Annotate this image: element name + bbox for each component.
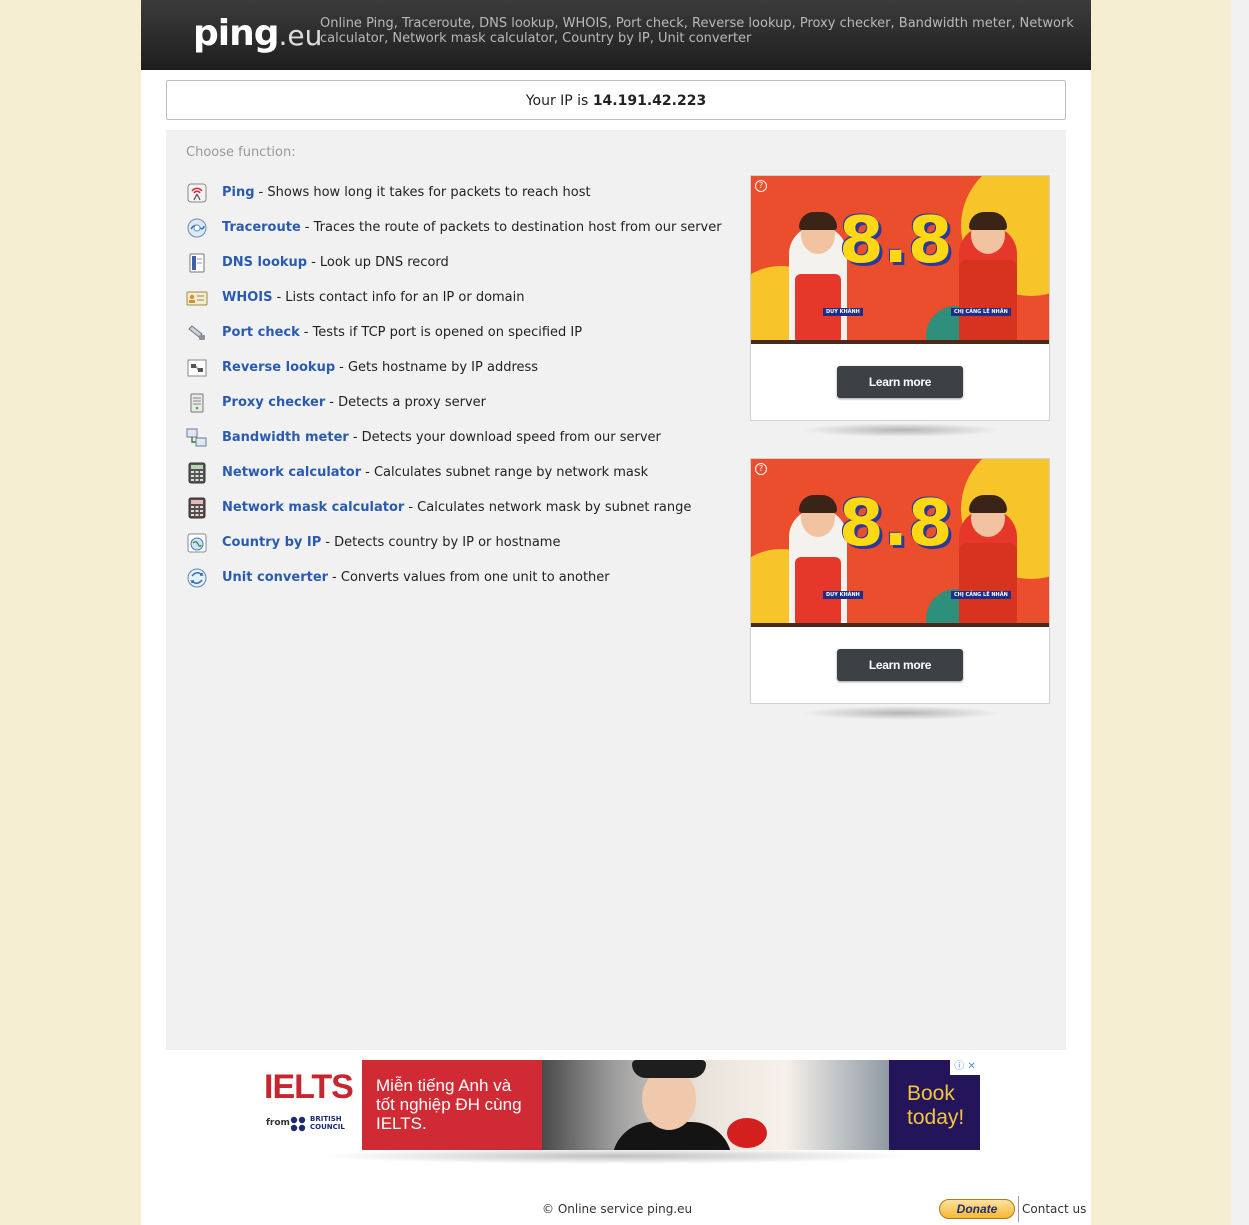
function-link-port-check[interactable]: Port check <box>222 325 300 340</box>
function-item-network-calculator: Network calculator - Calculates subnet r… <box>186 455 722 490</box>
ad-name-tag: CHỊ CẢNG LÊ NHÂN <box>951 308 1011 316</box>
ad-info-icon[interactable]: ? <box>755 180 767 192</box>
side-ad-1[interactable]: 8.8 DUY KHÁNH CHỊ CẢNG LÊ NHÂN ? Learn m… <box>750 175 1050 421</box>
ielts-logo: IELTS from BRITISH COUNCIL <box>262 1060 362 1150</box>
site-logo[interactable]: ping.eu <box>193 12 322 58</box>
whois-icon <box>186 287 208 309</box>
converter-icon <box>186 567 208 589</box>
function-desc: - Calculates subnet range by network mas… <box>365 465 649 480</box>
ad-person-right <box>959 212 1017 344</box>
page-container: ping.eu Online Ping, Traceroute, DNS loo… <box>141 0 1091 1225</box>
calculator-icon <box>186 462 208 484</box>
ad-headline: 8.8 <box>839 204 953 278</box>
dns-icon <box>186 252 208 274</box>
bottom-banner-ad[interactable]: IELTS from BRITISH COUNCIL Miễn tiếng Anh… <box>262 1060 980 1150</box>
function-list: Ping - Shows how long it takes for packe… <box>186 175 722 595</box>
ip-label: Your IP is <box>525 93 589 109</box>
adchoices-icon[interactable]: ⓘ ✕ <box>950 1060 980 1075</box>
ad-info-icon[interactable]: ? <box>755 463 767 475</box>
reverse-icon <box>186 357 208 379</box>
learn-more-button[interactable]: Learn more <box>837 366 963 398</box>
scrollbar[interactable] <box>1231 0 1249 1225</box>
function-desc: - Look up DNS record <box>311 255 449 270</box>
function-link-network-calculator[interactable]: Network calculator <box>222 465 361 480</box>
footer-copyright: © Online service ping.eu <box>542 1202 693 1216</box>
function-link-proxy-checker[interactable]: Proxy checker <box>222 395 325 410</box>
function-desc: - Shows how long it takes for packets to… <box>258 185 591 200</box>
ielts-from: from <box>266 1118 290 1128</box>
traceroute-icon <box>186 217 208 239</box>
function-link-bandwidth-meter[interactable]: Bandwidth meter <box>222 430 349 445</box>
ping-icon <box>186 182 208 204</box>
bandwidth-icon <box>186 427 208 449</box>
learn-more-button[interactable]: Learn more <box>837 649 963 681</box>
ad-name-tag: DUY KHÁNH <box>823 591 863 599</box>
ad-name-tag: DUY KHÁNH <box>823 308 863 316</box>
logo-main: ping <box>193 13 280 54</box>
ip-box: Your IP is 14.191.42.223 <box>166 80 1066 120</box>
function-desc: - Lists contact info for an IP or domain <box>276 290 525 305</box>
function-item-traceroute: Traceroute - Traces the route of packets… <box>186 210 722 245</box>
function-item-reverse-lookup: Reverse lookup - Gets hostname by IP add… <box>186 350 722 385</box>
function-item-dns: DNS lookup - Look up DNS record <box>186 245 722 280</box>
logo-tld: .eu <box>278 19 323 52</box>
function-item-proxy-checker: Proxy checker - Detects a proxy server <box>186 385 722 420</box>
function-link-whois[interactable]: WHOIS <box>222 290 272 305</box>
function-desc: - Converts values from one unit to anoth… <box>332 570 610 585</box>
ad-banner-image[interactable]: 8.8 DUY KHÁNH CHỊ CẢNG LÊ NHÂN ? <box>751 176 1049 344</box>
country-icon <box>186 532 208 554</box>
function-desc: - Detects country by IP or hostname <box>325 535 561 550</box>
function-desc: - Tests if TCP port is opened on specifi… <box>303 325 583 340</box>
function-item-ping: Ping - Shows how long it takes for packe… <box>186 175 722 210</box>
function-link-network-mask-calculator[interactable]: Network mask calculator <box>222 500 404 515</box>
ad-shadow <box>316 1148 916 1164</box>
site-tagline: Online Ping, Traceroute, DNS lookup, WHO… <box>320 16 1074 46</box>
function-link-country-by-ip[interactable]: Country by IP <box>222 535 321 550</box>
function-item-bandwidth-meter: Bandwidth meter - Detects your download … <box>186 420 722 455</box>
function-item-port-check: Port check - Tests if TCP port is opened… <box>186 315 722 350</box>
function-link-ping[interactable]: Ping <box>222 185 255 200</box>
function-desc: - Detects your download speed from our s… <box>352 430 661 445</box>
ad-shadow <box>801 423 1001 437</box>
ad-banner-image[interactable]: 8.8 DUY KHÁNH CHỊ CẢNG LÊ NHÂN ? <box>751 459 1049 627</box>
british-council-label: BRITISH COUNCIL <box>310 1115 345 1131</box>
donate-button[interactable]: Donate <box>939 1199 1015 1219</box>
choose-function-label: Choose function: <box>186 145 296 160</box>
function-link-reverse-lookup[interactable]: Reverse lookup <box>222 360 335 375</box>
main-panel: Choose function: Ping - Shows how long i… <box>166 130 1066 1050</box>
side-ad-2[interactable]: 8.8 DUY KHÁNH CHỊ CẢNG LÊ NHÂN ? Learn m… <box>750 458 1050 704</box>
function-link-traceroute[interactable]: Traceroute <box>222 220 301 235</box>
ielts-photo <box>542 1060 889 1150</box>
function-desc: - Calculates network mask by subnet rang… <box>408 500 692 515</box>
proxy-icon <box>186 392 208 414</box>
function-item-country-by-ip: Country by IP - Detects country by IP or… <box>186 525 722 560</box>
port-icon <box>186 322 208 344</box>
function-item-network-mask-calculator: Network mask calculator - Calculates net… <box>186 490 722 525</box>
ad-person-right <box>959 495 1017 627</box>
function-item-whois: WHOIS - Lists contact info for an IP or … <box>186 280 722 315</box>
footer-divider <box>1018 1196 1019 1222</box>
ad-headline: 8.8 <box>839 487 953 561</box>
ad-shadow <box>801 706 1001 720</box>
function-desc: - Gets hostname by IP address <box>339 360 539 375</box>
function-item-unit-converter: Unit converter - Converts values from on… <box>186 560 722 595</box>
mask-calculator-icon <box>186 497 208 519</box>
contact-link[interactable]: Contact us <box>1022 1202 1086 1216</box>
ad-name-tag: CHỊ CẢNG LÊ NHÂN <box>951 591 1011 599</box>
ip-value: 14.191.42.223 <box>592 93 707 109</box>
function-desc: - Traces the route of packets to destina… <box>304 220 722 235</box>
function-link-unit-converter[interactable]: Unit converter <box>222 570 328 585</box>
function-desc: - Detects a proxy server <box>329 395 486 410</box>
site-header: ping.eu Online Ping, Traceroute, DNS loo… <box>141 0 1091 70</box>
ielts-message: Miễn tiếng Anh và tốt nghiệp ĐH cùng IEL… <box>362 1060 542 1150</box>
function-link-dns[interactable]: DNS lookup <box>222 255 307 270</box>
ielts-brand: IELTS <box>264 1068 354 1106</box>
